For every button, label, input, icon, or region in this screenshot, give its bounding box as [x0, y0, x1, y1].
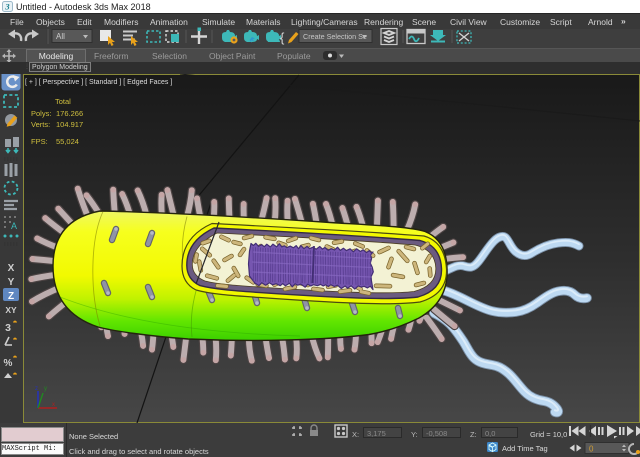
svg-text:Create Selection Se: Create Selection Se [303, 32, 367, 41]
svg-text:3: 3 [4, 2, 10, 12]
svg-text:All: All [56, 32, 65, 41]
svg-text:{: { [280, 30, 285, 45]
svg-text:x: x [52, 402, 55, 408]
svg-text:z: z [35, 386, 38, 392]
svg-text:y: y [44, 386, 47, 392]
svg-text:0: 0 [589, 445, 594, 454]
svg-text:3: 3 [5, 322, 11, 334]
svg-text:X: X [8, 263, 15, 274]
svg-text:A: A [11, 221, 17, 231]
svg-text:%: % [4, 358, 13, 369]
svg-text:Z: Z [8, 291, 14, 302]
svg-text:XY: XY [5, 305, 17, 315]
svg-text:Y: Y [8, 277, 15, 288]
